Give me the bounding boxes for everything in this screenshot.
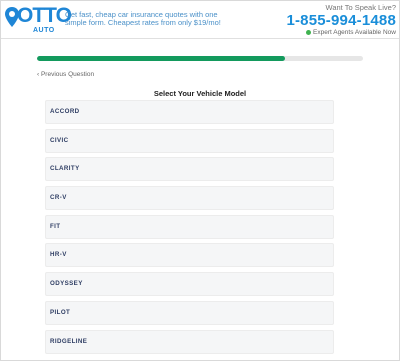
vehicle-model-option-civic[interactable]: CIVIC (45, 128, 334, 153)
vehicle-model-option-odyssey[interactable]: ODYSSEY (45, 272, 334, 297)
vehicle-model-option-hr-v[interactable]: HR-V (45, 243, 334, 268)
contact-question: Want To Speak Live? (325, 3, 396, 12)
logo-word: OTTO (17, 4, 72, 27)
previous-question-link[interactable]: ‹ Previous Question (37, 71, 94, 78)
tagline: Get fast, cheap car insurance quotes wit… (65, 10, 221, 27)
vehicle-model-option-accord[interactable]: ACCORD (45, 100, 334, 124)
logo-sub: AUTO (33, 27, 55, 34)
agent-status-text: Expert Agents Available Now (313, 29, 396, 36)
vehicle-model-option-pilot[interactable]: PILOT (45, 300, 334, 325)
page: OTTO AUTO Get fast, cheap car insurance … (0, 0, 400, 361)
progress-bar (37, 56, 363, 61)
vehicle-model-option-ridgeline[interactable]: RIDGELINE (45, 329, 334, 354)
vehicle-model-option-cr-v[interactable]: CR-V (45, 186, 334, 211)
vehicle-model-option-fit[interactable]: FIT (45, 214, 334, 239)
progress-fill (37, 56, 285, 61)
otto-auto-logo[interactable]: OTTO AUTO (5, 4, 72, 36)
status-dot-icon (306, 29, 311, 35)
vehicle-model-option-clarity[interactable]: CLARITY (45, 157, 334, 182)
contact-block: Want To Speak Live? 1-855-994-1488 Exper… (256, 3, 396, 37)
vehicle-model-options: ACCORD CIVIC CLARITY CR-V FIT HR-V ODYSSEY PILO… (45, 100, 334, 358)
question-title: Select Your Vehicle Model (153, 89, 247, 98)
agent-status: Expert Agents Available Now (256, 29, 396, 37)
phone-link[interactable]: 1-855-994-1488 (256, 12, 396, 29)
header: OTTO AUTO Get fast, cheap car insurance … (1, 1, 399, 39)
